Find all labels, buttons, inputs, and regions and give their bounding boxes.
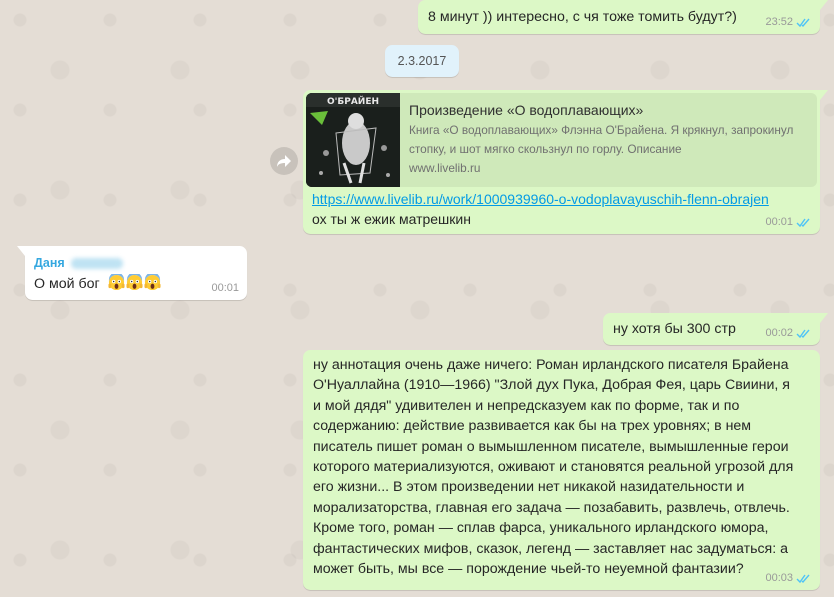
message-content: О мой бог (34, 274, 162, 294)
message-text: О мой бог (34, 276, 100, 292)
message-bubble-outgoing-link[interactable]: О'БРАЙЕН Произведение «О водоплавающих» … (303, 90, 828, 234)
message-text: ну аннотация очень даже ничего: Роман ир… (313, 357, 794, 578)
forward-arrow-icon (277, 155, 291, 167)
link-preview-thumbnail: О'БРАЙЕН (306, 93, 400, 187)
double-check-icon (796, 574, 810, 583)
message-link[interactable]: https://www.livelib.ru/work/1000939960-o… (312, 190, 769, 209)
message-time: 00:01 (211, 282, 239, 294)
svg-text:О'БРАЙЕН: О'БРАЙЕН (327, 95, 379, 107)
screaming-face-emoji (108, 274, 125, 291)
sender-name[interactable]: Даня (34, 254, 123, 273)
double-check-icon (796, 218, 810, 227)
message-time: 23:52 (765, 16, 793, 28)
message-bubble-outgoing[interactable]: 8 минут )) интересно, с чя тоже томить б… (418, 0, 828, 34)
message-time: 00:02 (765, 327, 793, 339)
message-meta: 00:02 (765, 326, 812, 340)
sender-first-name: Даня (34, 256, 65, 270)
message-text: ну хотя бы 300 стр (613, 321, 736, 337)
double-check-icon (796, 18, 810, 27)
message-meta: 00:03 (765, 571, 812, 585)
screaming-face-emoji (144, 274, 161, 291)
forward-button[interactable] (270, 147, 298, 175)
message-time: 00:01 (765, 216, 793, 228)
double-check-icon (796, 329, 810, 338)
link-preview-domain: www.livelib.ru (409, 161, 481, 175)
screaming-face-emoji (126, 274, 143, 291)
message-text: ох ты ж ежик матрешкин (312, 211, 471, 227)
book-cover-image: О'БРАЙЕН (306, 93, 400, 187)
emoji-group (108, 274, 162, 292)
date-divider: 2.3.2017 (385, 45, 459, 77)
sender-last-name-blurred (70, 258, 123, 269)
message-bubble-outgoing[interactable]: ну аннотация очень даже ничего: Роман ир… (303, 350, 820, 590)
message-bubble-incoming[interactable]: Даня О мой бог 00:01 (17, 246, 247, 300)
message-bubble-outgoing[interactable]: ну хотя бы 300 стр 00:02 (603, 313, 828, 345)
message-meta: 00:01 (211, 281, 239, 295)
message-meta: 00:01 (765, 215, 812, 229)
message-time: 00:03 (765, 572, 793, 584)
link-preview-description: Книга «О водоплавающих» Флэнна О'Брайена… (409, 121, 807, 178)
message-text: 8 минут )) интересно, с чя тоже томить б… (428, 9, 737, 25)
link-preview-card[interactable]: О'БРАЙЕН Произведение «О водоплавающих» … (306, 93, 817, 187)
link-preview-description-text: Книга «О водоплавающих» Флэнна О'Брайена… (409, 123, 794, 156)
message-meta: 23:52 (765, 15, 812, 29)
link-preview-title: Произведение «О водоплавающих» (409, 102, 644, 118)
